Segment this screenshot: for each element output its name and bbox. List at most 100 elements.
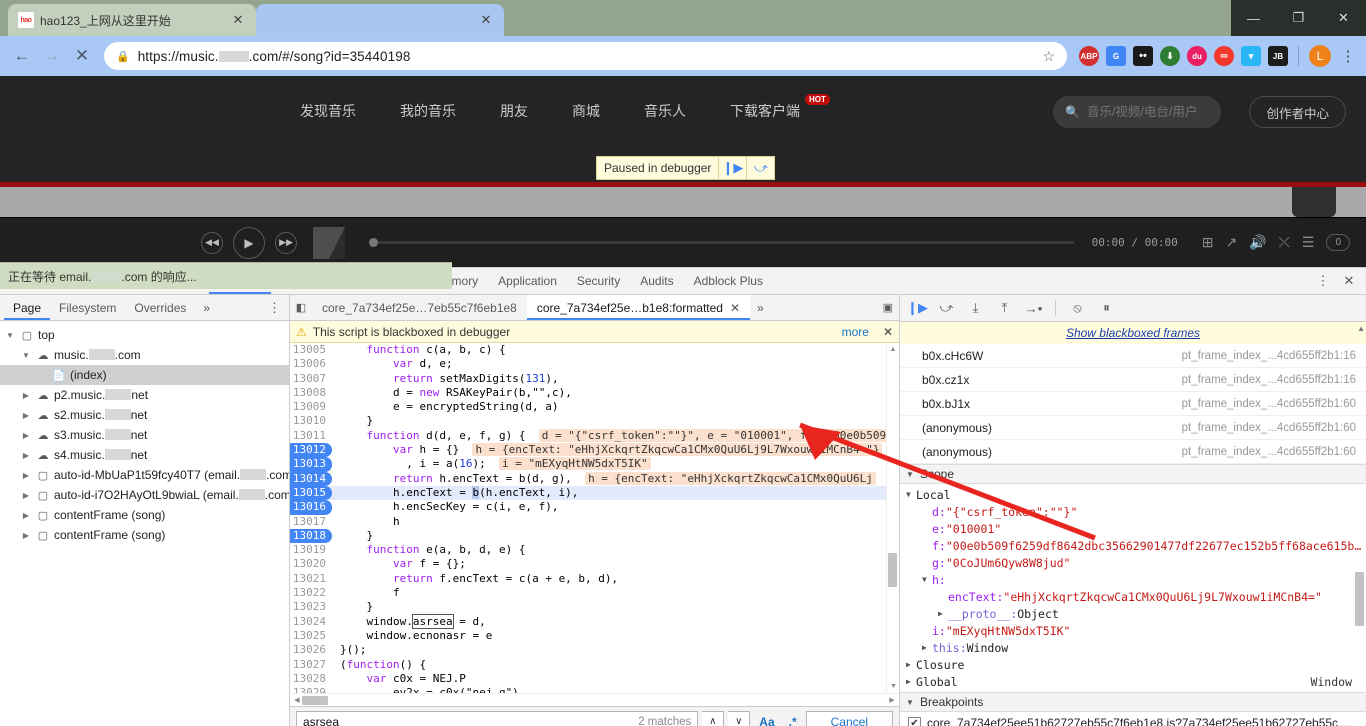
chevron-right-icon[interactable]: ▶	[922, 643, 932, 652]
code-line-number[interactable]: 13006	[290, 357, 332, 371]
baidu-extension-icon[interactable]: du	[1187, 46, 1207, 66]
scope-local-header[interactable]: ▼Local	[900, 486, 1366, 503]
find-previous-icon[interactable]: ∧	[702, 711, 724, 726]
site-search-box[interactable]: 🔍	[1053, 96, 1221, 128]
chevron-right-icon[interactable]: ▶	[906, 660, 916, 669]
site-nav-friends[interactable]: 朋友	[500, 101, 528, 121]
chevron-right-icon[interactable]: ▶	[938, 609, 948, 618]
scope-entry[interactable]: g: "0CoJUm6Qyw8W8jud"	[900, 554, 1366, 571]
code-line[interactable]: 13011 function d(d, e, f, g) { d = "{"cs…	[290, 429, 899, 443]
code-line-number[interactable]: 13028	[290, 672, 332, 686]
step-over-icon[interactable]: ⤻	[746, 157, 774, 179]
code-line[interactable]: 13021 return f.encText = c(a + e, b, d),	[290, 572, 899, 586]
code-horizontal-scrollbar[interactable]: ◀ ▶	[290, 693, 899, 706]
code-line-number[interactable]: 13027	[290, 658, 332, 672]
breakpoint-item[interactable]: ✔core_7a734ef25ee51b62727eb55c7f6eb1e8.j…	[900, 712, 1366, 726]
address-bar[interactable]: 🔒 https://music..com/#/song?id=35440198 …	[104, 42, 1067, 70]
code-line[interactable]: 13013 , i = a(16); i = "mEXyqHtNW5dxT5IK…	[290, 457, 899, 471]
file-tree-row[interactable]: ▶☁p2.music.net	[0, 385, 289, 405]
video-downloader-icon[interactable]: ▾	[1241, 46, 1261, 66]
call-stack-frame[interactable]: b0x.cHc6Wpt_frame_index_...4cd655ff2b1:1…	[900, 344, 1366, 368]
file-tree-row[interactable]: ▼▢top	[0, 325, 289, 345]
code-line-number[interactable]: 13007	[290, 372, 332, 386]
code-line[interactable]: 13018 }	[290, 529, 899, 543]
scope-closure-header[interactable]: ▶Closure	[900, 656, 1366, 673]
step-over-button[interactable]: ⤻	[933, 296, 960, 320]
creator-center-button[interactable]: 创作者中心	[1249, 96, 1346, 128]
chevron-down-icon[interactable]: ▼	[4, 331, 16, 340]
find-cancel-button[interactable]: Cancel	[806, 711, 893, 726]
code-line-number[interactable]: 13013	[290, 457, 332, 471]
code-scroll-right-icon[interactable]: ▶	[887, 696, 897, 704]
code-line-number[interactable]: 13022	[290, 586, 332, 600]
shuffle-icon[interactable]: ⤬	[1279, 234, 1290, 251]
code-line[interactable]: 13026}();	[290, 643, 899, 657]
file-tree-row[interactable]: ▶☁s4.music.net	[0, 445, 289, 465]
queue-count-badge[interactable]: 0	[1326, 234, 1350, 251]
browser-tab-2-close-icon[interactable]: ✕	[478, 12, 494, 28]
stop-loading-icon[interactable]: ✕	[68, 42, 96, 70]
add-to-playlist-icon[interactable]: ⊞	[1202, 234, 1214, 251]
code-scrollbar-thumb[interactable]	[888, 553, 897, 587]
debugger-scroll-area[interactable]: Show blackboxed frames b0x.cHc6Wpt_frame…	[900, 322, 1366, 726]
code-line[interactable]: 13007 return setMaxDigits(131),	[290, 372, 899, 386]
navigator-tab-filesystem[interactable]: Filesystem	[50, 295, 125, 320]
chevron-right-icon[interactable]: ▶	[20, 531, 32, 540]
dark-reader-icon[interactable]: ••	[1133, 46, 1153, 66]
code-line-number[interactable]: 13016	[290, 500, 332, 514]
breakpoint-checkbox[interactable]: ✔	[908, 717, 921, 726]
code-body[interactable]: 13005 function c(a, b, c) {13006 var d, …	[290, 343, 899, 693]
code-line-number[interactable]: 13005	[290, 343, 332, 357]
playlist-icon[interactable]: ☰	[1302, 234, 1315, 251]
infinity-newtab-icon[interactable]: ∞	[1214, 46, 1234, 66]
call-stack-frame[interactable]: (anonymous)pt_frame_index_...4cd655ff2b1…	[900, 416, 1366, 440]
navigator-more-tabs-icon[interactable]: »	[195, 301, 218, 315]
minimize-icon[interactable]: —	[1231, 0, 1276, 36]
step-out-button[interactable]: ⤒	[991, 296, 1018, 320]
browser-tab-1-close-icon[interactable]: ✕	[230, 12, 246, 28]
file-tree-row[interactable]: ▶▢contentFrame (song)	[0, 505, 289, 525]
code-line[interactable]: 13028 var c0x = NEJ.P	[290, 672, 899, 686]
call-stack-frame[interactable]: b0x.cz1xpt_frame_index_...4cd655ff2b1:16	[900, 368, 1366, 392]
chevron-right-icon[interactable]: ▶	[20, 431, 32, 440]
navigator-tab-overrides[interactable]: Overrides	[125, 295, 195, 320]
internet-download-manager-icon[interactable]: ⬇	[1160, 46, 1180, 66]
scope-entry[interactable]: f: "00e0b509f6259df8642dbc35662901477df2…	[900, 537, 1366, 554]
find-input-wrapper[interactable]: 2 matches	[296, 711, 698, 726]
tab-audits[interactable]: Audits	[631, 268, 682, 294]
bookmark-star-icon[interactable]: ☆	[1042, 48, 1055, 65]
resume-script-icon[interactable]: ❙▶	[718, 157, 746, 179]
call-stack-frame[interactable]: (anonymous)pt_frame_index_...4cd655ff2b1…	[900, 440, 1366, 464]
scope-entry[interactable]: i: "mEXyqHtNW5dxT5IK"	[900, 622, 1366, 639]
code-line[interactable]: 13008 d = new RSAKeyPair(b,"",c),	[290, 386, 899, 400]
tab-security[interactable]: Security	[568, 268, 629, 294]
code-line-number[interactable]: 13020	[290, 557, 332, 571]
code-line-number[interactable]: 13017	[290, 515, 332, 529]
site-nav-my-music[interactable]: 我的音乐	[400, 101, 456, 121]
browser-tab-2[interactable]: ✕	[256, 4, 504, 36]
site-nav-musician[interactable]: 音乐人	[644, 101, 686, 121]
back-icon[interactable]: ←	[8, 42, 36, 70]
code-line-number[interactable]: 13023	[290, 600, 332, 614]
code-viewer[interactable]: 13005 function c(a, b, c) {13006 var d, …	[290, 343, 899, 693]
breakpoints-section-header[interactable]: ▼ Breakpoints	[900, 692, 1366, 712]
code-line-number[interactable]: 13019	[290, 543, 332, 557]
album-cover[interactable]	[313, 227, 345, 259]
code-line-number[interactable]: 13021	[290, 572, 332, 586]
scope-entry[interactable]: e: "010001"	[900, 520, 1366, 537]
chevron-right-icon[interactable]: ▶	[20, 471, 32, 480]
scope-entry[interactable]: ▶__proto__: Object	[900, 605, 1366, 622]
previous-track-icon[interactable]: ◀◀	[201, 232, 223, 254]
site-nav-discover[interactable]: 发现音乐	[300, 101, 356, 121]
blackbox-more-link[interactable]: more	[842, 325, 869, 339]
deactivate-breakpoints-button[interactable]: ⦸	[1064, 296, 1091, 320]
code-line[interactable]: 13014 return h.encText = b(d, g), h = {e…	[290, 472, 899, 486]
code-scroll-left-icon[interactable]: ◀	[292, 696, 302, 704]
code-line[interactable]: 13009 e = encryptedString(d, a)	[290, 400, 899, 414]
file-tree-row[interactable]: ▶☁s2.music.net	[0, 405, 289, 425]
play-icon[interactable]: ▶	[233, 227, 265, 259]
code-line[interactable]: 13010 }	[290, 414, 899, 428]
code-line-number[interactable]: 13025	[290, 629, 332, 643]
debugger-scroll-up-icon[interactable]: ▲	[1357, 324, 1365, 333]
scope-global-header[interactable]: ▶GlobalWindow	[900, 673, 1366, 690]
